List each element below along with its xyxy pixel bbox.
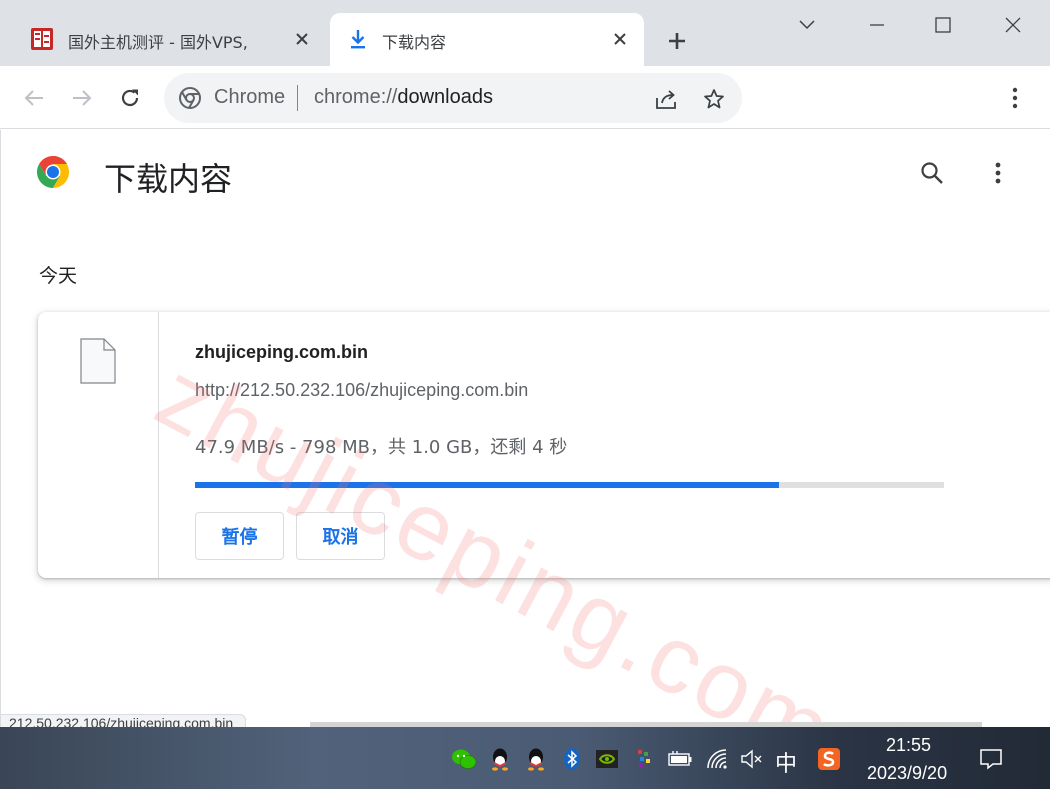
- taskbar: 中 21:55 2023/9/20: [0, 727, 1050, 789]
- more-vert-icon: [1012, 87, 1018, 109]
- more-vert-icon: [995, 162, 1001, 184]
- address-bar[interactable]: Chrome chrome://downloads: [164, 73, 742, 123]
- bookmark-button[interactable]: [700, 85, 728, 113]
- sogou-ime-icon[interactable]: [816, 746, 842, 772]
- tab-close-icon[interactable]: [292, 29, 312, 49]
- file-icon-column: [38, 312, 159, 578]
- volume-muted-icon[interactable]: [739, 746, 765, 772]
- clock-time[interactable]: 21:55: [886, 735, 931, 756]
- date-header: 今天: [39, 265, 78, 287]
- search-icon: [921, 162, 943, 184]
- separator: [297, 85, 298, 111]
- chevron-down-icon: [799, 20, 815, 30]
- page-title: 下载内容: [104, 160, 233, 198]
- file-icon: [80, 338, 116, 384]
- share-icon: [656, 90, 676, 109]
- new-tab-button[interactable]: [662, 26, 692, 56]
- tab-title: 国外主机测评 - 国外VPS,: [68, 33, 248, 52]
- wechat-icon[interactable]: [451, 746, 477, 772]
- url-text[interactable]: chrome://downloads: [314, 86, 493, 109]
- chrome-icon: [179, 87, 201, 109]
- plus-icon: [669, 33, 685, 49]
- file-name[interactable]: zhujiceping.com.bin: [195, 342, 368, 363]
- tab-zhujiceping[interactable]: 国外主机测评 - 国外VPS,: [16, 13, 326, 66]
- battery-icon[interactable]: [667, 746, 693, 772]
- clock-date[interactable]: 2023/9/20: [867, 763, 947, 784]
- cancel-button[interactable]: 取消: [296, 512, 385, 560]
- tab-search-button[interactable]: [784, 8, 830, 42]
- tab-close-icon[interactable]: [610, 29, 630, 49]
- browser-toolbar: Chrome chrome://downloads: [0, 66, 1050, 129]
- downloads-menu-button[interactable]: [983, 156, 1013, 190]
- maximize-icon: [935, 17, 951, 33]
- nvidia-icon[interactable]: [594, 746, 620, 772]
- maximize-button[interactable]: [920, 8, 966, 42]
- site-chip: Chrome: [214, 86, 286, 108]
- search-downloads-button[interactable]: [915, 156, 949, 190]
- chrome-logo-icon: [36, 156, 70, 188]
- pause-button[interactable]: 暂停: [195, 512, 284, 560]
- close-window-button[interactable]: [990, 8, 1036, 42]
- reload-button[interactable]: [114, 82, 146, 114]
- reload-icon: [121, 89, 139, 107]
- minimize-button[interactable]: [854, 8, 900, 42]
- share-button[interactable]: [652, 85, 680, 113]
- back-button[interactable]: [18, 82, 50, 114]
- download-status: 47.9 MB/s - 798 MB，共 1.0 GB，还剩 4 秒: [195, 437, 568, 458]
- notification-icon[interactable]: [978, 746, 1004, 772]
- bluetooth-icon[interactable]: [559, 746, 585, 772]
- tab-title: 下载内容: [382, 33, 447, 52]
- download-icon: [351, 30, 365, 49]
- downloads-page: 下载内容 今天 zhujiceping.com.bin http://212.5…: [0, 130, 1050, 787]
- download-progress-bar: [195, 482, 944, 488]
- tab-strip: 国外主机测评 - 国外VPS, 下载内容: [0, 0, 1050, 66]
- arrow-right-icon: [73, 90, 92, 106]
- download-progress-fill: [195, 482, 780, 488]
- wifi-icon[interactable]: [704, 746, 730, 772]
- chrome-menu-button[interactable]: [1000, 82, 1030, 114]
- tab-downloads[interactable]: 下载内容: [330, 13, 644, 66]
- file-url[interactable]: http://212.50.232.106/zhujiceping.com.bi…: [195, 380, 528, 401]
- qq-icon[interactable]: [487, 746, 513, 772]
- ime-indicator[interactable]: 中: [775, 746, 797, 778]
- download-item: zhujiceping.com.bin http://212.50.232.10…: [38, 312, 1050, 578]
- site-favicon-icon: [31, 28, 53, 50]
- color-app-icon[interactable]: [632, 746, 658, 772]
- qq-icon[interactable]: [523, 746, 549, 772]
- arrow-left-icon: [24, 90, 43, 106]
- forward-button[interactable]: [66, 82, 98, 114]
- star-icon: [704, 89, 724, 109]
- minimize-icon: [870, 24, 884, 26]
- close-icon: [1005, 17, 1021, 33]
